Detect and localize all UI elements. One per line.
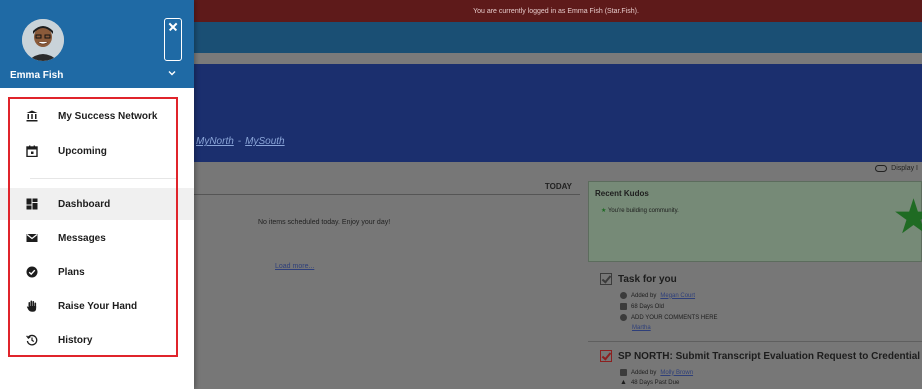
calendar-icon [620, 303, 627, 310]
task-extra: Martha [632, 325, 651, 331]
warning-icon: ▲ [620, 379, 627, 386]
task-title[interactable]: SP NORTH: Submit Transcript Evaluation R… [600, 350, 922, 362]
user-name[interactable]: Emma Fish [10, 70, 63, 81]
display-toggle[interactable]: Display I [875, 165, 922, 172]
display-toggle-label: Display I [891, 165, 918, 172]
today-header: TODAY [192, 176, 580, 195]
load-more-link[interactable]: Load more... [275, 263, 314, 270]
impersonation-notice: You are currently logged in as Emma Fish… [473, 7, 639, 15]
campus-link-south[interactable]: MySouth [245, 136, 284, 147]
task-added-by: Added by Molly Brown [620, 369, 693, 376]
task-note: ADD YOUR COMMENTS HERE [620, 314, 718, 321]
toggle-icon [875, 165, 888, 172]
star-icon: ★ [601, 208, 607, 214]
kudos-message-text: You're building community. [607, 208, 679, 214]
task-note-text: ADD YOUR COMMENTS HERE [631, 314, 718, 321]
user-avatar-icon [620, 369, 627, 376]
chevron-down-icon[interactable] [168, 69, 176, 77]
avatar[interactable] [22, 19, 64, 61]
avatar-image [22, 19, 64, 61]
task-card: Task for you Added by Megan Court 68 Day… [588, 262, 922, 342]
navigation-drawer: Emma Fish My Success Network Upcoming Da… [0, 0, 194, 389]
kudos-message: ★ You're building community. [601, 207, 679, 214]
campus-links: MyNorth - MySouth [196, 136, 285, 147]
task-extra-link[interactable]: Martha [632, 325, 651, 331]
added-by-link[interactable]: Megan Court [660, 293, 695, 299]
task-age: ▲ 48 Days Past Due [620, 379, 679, 386]
added-by-prefix: Added by [631, 292, 657, 299]
campus-link-north[interactable]: MyNorth [196, 136, 234, 147]
kudos-title: Recent Kudos [595, 189, 649, 198]
drawer-header: Emma Fish [0, 0, 194, 88]
task-age: 68 Days Old [620, 303, 664, 310]
checkbox-icon[interactable] [600, 350, 612, 362]
added-by-prefix: Added by [631, 369, 657, 376]
task-title-text: SP NORTH: Submit Transcript Evaluation R… [618, 350, 922, 362]
info-icon [620, 314, 627, 321]
highlight-frame [8, 97, 178, 357]
task-added-by: Added by Megan Court [620, 292, 695, 299]
added-by-link[interactable]: Molly Brown [660, 370, 693, 376]
task-title[interactable]: Task for you [600, 273, 677, 285]
task-card: SP NORTH: Submit Transcript Evaluation R… [588, 342, 922, 389]
kudos-star-icon: ★ [891, 191, 922, 244]
recent-kudos-panel: Recent Kudos ★ You're building community… [588, 181, 922, 262]
task-age-text: 48 Days Past Due [630, 379, 680, 386]
task-title-text: Task for you [618, 273, 677, 285]
close-drawer-button[interactable] [164, 18, 182, 61]
user-avatar-icon [620, 292, 627, 299]
campus-link-separator: - [237, 136, 242, 147]
no-items-message: No items scheduled today. Enjoy your day… [258, 219, 391, 226]
checkbox-icon[interactable] [600, 273, 612, 285]
task-age-text: 68 Days Old [631, 303, 665, 310]
